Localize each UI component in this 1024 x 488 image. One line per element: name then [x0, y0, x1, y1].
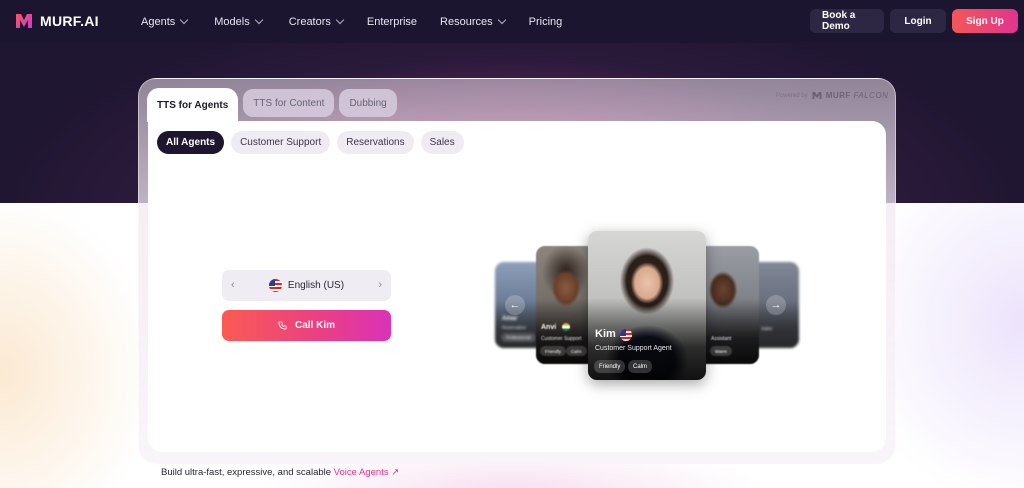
- brand-name: MURF.AI: [40, 13, 99, 29]
- agent-tag: Professional: [501, 333, 536, 342]
- signup-button[interactable]: Sign Up: [952, 9, 1018, 33]
- tab-tts-for-content[interactable]: TTS for Content: [243, 89, 335, 117]
- agent-tag: Friendly: [540, 346, 567, 356]
- nav-resources[interactable]: Resources: [440, 15, 506, 28]
- powered-by-label: Powered by: [776, 92, 808, 99]
- phone-icon: [278, 321, 287, 330]
- nav-models-label: Models: [214, 15, 250, 28]
- powered-by-badge: Powered by MURF FALCON: [776, 91, 888, 100]
- book-demo-button[interactable]: Book a Demo: [810, 9, 884, 33]
- language-selector[interactable]: ‹ English (US) ›: [222, 270, 391, 301]
- agent-tag: Calm: [566, 346, 587, 356]
- agent-tag: Friendly: [594, 360, 626, 373]
- nav-agents[interactable]: Agents: [141, 15, 189, 28]
- nav-enterprise[interactable]: Enterprise: [367, 16, 417, 28]
- tab-tts-for-agents[interactable]: TTS for Agents: [147, 88, 239, 122]
- filter-reservations[interactable]: Reservations: [337, 131, 414, 154]
- agent-role: Sales: [761, 326, 773, 331]
- call-button-label: Call Kim: [294, 320, 335, 331]
- bottom-tagline: Build ultra-fast, expressive, and scalab…: [161, 467, 399, 478]
- agent-role: Reservation: [502, 325, 527, 330]
- nav-pricing-label: Pricing: [528, 15, 563, 28]
- nav-pricing[interactable]: Pricing: [529, 16, 563, 28]
- murf-logo-icon: [16, 14, 32, 28]
- nav-agents-label: Agents: [141, 15, 176, 28]
- language-prev-arrow[interactable]: ‹: [231, 279, 235, 291]
- tagline-text: Build ultra-fast, expressive, and scalab…: [161, 467, 334, 478]
- powered-by-brand: MURF FALCON: [826, 91, 889, 100]
- language-value: English (US): [287, 280, 345, 291]
- nav-enterprise-label: Enterprise: [366, 15, 418, 28]
- nav-models[interactable]: Models: [214, 15, 263, 28]
- us-flag-icon: [620, 329, 632, 341]
- chevron-down-icon: [180, 15, 189, 25]
- us-flag-icon: [268, 279, 282, 292]
- agent-role: Customer Support: [541, 336, 582, 342]
- agent-tag: Warm: [710, 346, 732, 356]
- nav-resources-label: Resources: [440, 15, 493, 28]
- chevron-down-icon: [497, 15, 506, 25]
- agent-filters: All Agents Customer Support Reservations…: [157, 131, 464, 154]
- filter-sales[interactable]: Sales: [420, 131, 464, 154]
- nav-links: Agents Models Creators Enterprise Resour…: [141, 0, 562, 43]
- nav-creators[interactable]: Creators: [288, 15, 345, 28]
- filter-customer-support[interactable]: Customer Support: [231, 131, 331, 154]
- nav-actions: Book a Demo Login Sign Up: [810, 9, 1018, 33]
- filter-all-agents[interactable]: All Agents: [157, 131, 225, 154]
- agent-role: Assistant: [711, 336, 732, 342]
- agent-card-main[interactable]: Kim Customer Support Agent Friendly Calm: [588, 231, 706, 380]
- murf-small-logo-icon: [812, 92, 822, 99]
- agent-card-right[interactable]: Assistant Warm: [697, 246, 759, 364]
- agent-name: Amar: [502, 316, 518, 322]
- carousel-next-button[interactable]: →: [766, 295, 786, 315]
- call-agent-button[interactable]: Call Kim: [222, 310, 391, 341]
- carousel-prev-button[interactable]: ←: [505, 295, 525, 315]
- brand-logo[interactable]: MURF.AI: [14, 11, 99, 31]
- agent-name: Anvi: [541, 324, 557, 331]
- login-button[interactable]: Login: [890, 9, 946, 33]
- tab-dubbing[interactable]: Dubbing: [339, 89, 397, 117]
- language-next-arrow[interactable]: ›: [378, 279, 382, 291]
- voice-agents-link[interactable]: Voice Agents ↗: [334, 467, 400, 478]
- agent-name: Kim: [595, 328, 616, 340]
- powered-brand-name: MURF: [825, 91, 851, 100]
- nav-creators-label: Creators: [288, 15, 331, 28]
- top-navbar: MURF.AI Agents Models Creators Enterpris…: [0, 0, 1024, 43]
- powered-model-name: FALCON: [853, 91, 889, 100]
- chevron-down-icon: [254, 15, 263, 25]
- india-flag-icon: [562, 323, 570, 331]
- chevron-down-icon: [335, 15, 345, 25]
- agent-carousel: Amar Reservation Professional Sales Anvi…: [493, 228, 803, 383]
- agent-tag: Calm: [628, 360, 653, 373]
- agent-role: Customer Support Agent: [595, 345, 672, 352]
- product-tabs: TTS for Agents TTS for Content Dubbing: [147, 88, 397, 122]
